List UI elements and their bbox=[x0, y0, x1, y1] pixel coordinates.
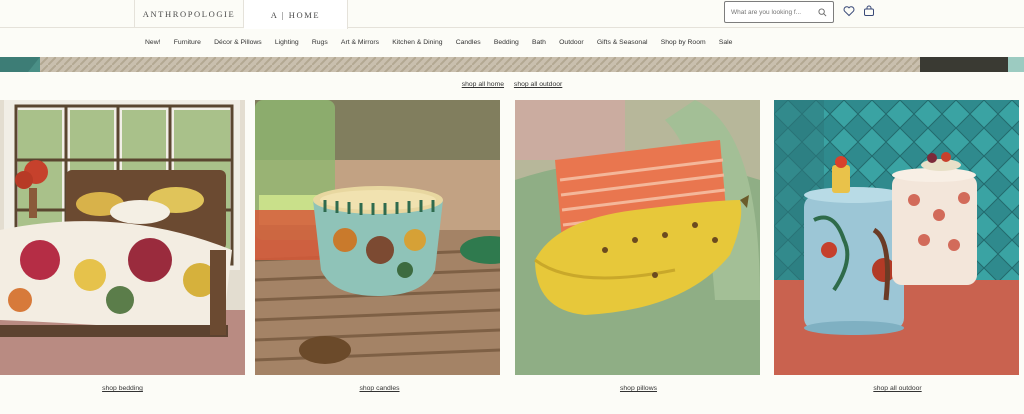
nav-item-bedding[interactable]: Bedding bbox=[494, 39, 519, 46]
tile-pillows-image[interactable] bbox=[515, 100, 760, 375]
search-box[interactable] bbox=[724, 1, 834, 23]
nav-item-kitchen-dining[interactable]: Kitchen & Dining bbox=[392, 39, 442, 46]
nav-item-art-mirrors[interactable]: Art & Mirrors bbox=[341, 39, 379, 46]
nav-item-new[interactable]: New! bbox=[145, 39, 161, 46]
nav-item-furniture[interactable]: Furniture bbox=[174, 39, 201, 46]
nav-item-shop-by-room[interactable]: Shop by Room bbox=[661, 39, 706, 46]
hero-image-strip[interactable] bbox=[0, 57, 1024, 72]
tile-outdoor-image[interactable] bbox=[774, 100, 1019, 375]
caption-candles: shop candles bbox=[257, 385, 502, 392]
shop-all-home-link[interactable]: shop all home bbox=[462, 81, 504, 88]
nav-item-rugs[interactable]: Rugs bbox=[312, 39, 328, 46]
nav-item-decor-pillows[interactable]: Décor & Pillows bbox=[214, 39, 262, 46]
brand-anthropologie-tab[interactable]: ANTHROPOLOGIE bbox=[134, 0, 244, 28]
search-input[interactable] bbox=[731, 8, 815, 16]
caption-bedding: shop bedding bbox=[0, 385, 245, 392]
nav-item-lighting[interactable]: Lighting bbox=[275, 39, 299, 46]
site-header: ANTHROPOLOGIE A | HOME bbox=[0, 0, 1024, 29]
nav-item-outdoor[interactable]: Outdoor bbox=[559, 39, 584, 46]
nav-item-bath[interactable]: Bath bbox=[532, 39, 546, 46]
shop-all-outdoor-tile-link[interactable]: shop all outdoor bbox=[873, 385, 921, 392]
shop-all-outdoor-link[interactable]: shop all outdoor bbox=[514, 81, 562, 88]
main-nav: New! Furniture Décor & Pillows Lighting … bbox=[0, 29, 1024, 56]
heart-icon[interactable] bbox=[843, 5, 855, 17]
search-icon[interactable] bbox=[818, 8, 827, 17]
brand-home-tab[interactable]: A | HOME bbox=[244, 0, 348, 29]
caption-outdoor: shop all outdoor bbox=[775, 385, 1020, 392]
bag-icon[interactable] bbox=[863, 5, 875, 17]
shop-candles-link[interactable]: shop candles bbox=[359, 385, 399, 392]
tile-bedding-image[interactable] bbox=[0, 100, 245, 375]
shop-all-links: shop all home shop all outdoor bbox=[0, 81, 1024, 88]
shop-bedding-link[interactable]: shop bedding bbox=[102, 385, 143, 392]
nav-item-gifts-seasonal[interactable]: Gifts & Seasonal bbox=[597, 39, 648, 46]
nav-item-candles[interactable]: Candles bbox=[456, 39, 481, 46]
caption-pillows: shop pillows bbox=[516, 385, 761, 392]
shop-pillows-link[interactable]: shop pillows bbox=[620, 385, 657, 392]
nav-item-sale[interactable]: Sale bbox=[719, 39, 733, 46]
tile-candles-image[interactable] bbox=[255, 100, 500, 375]
